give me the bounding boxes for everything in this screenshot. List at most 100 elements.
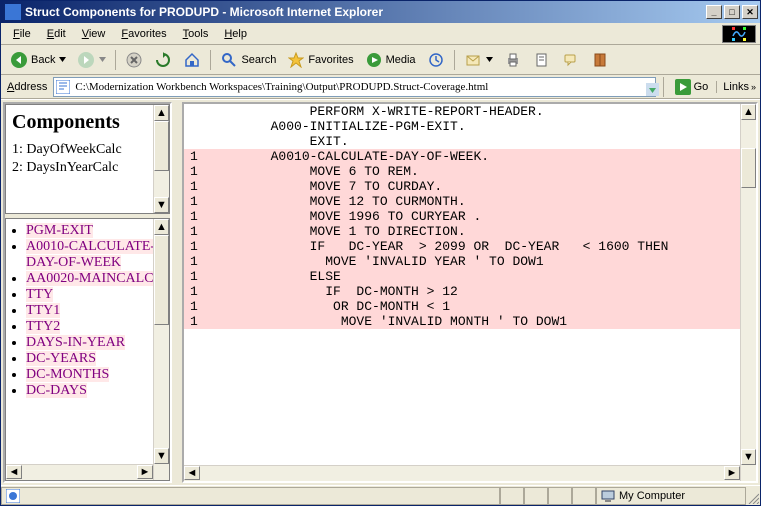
- code-line: 1 A0010-CALCULATE-DAY-OF-WEEK.: [184, 149, 740, 164]
- window-title: Struct Components for PRODUPD - Microsof…: [25, 5, 704, 19]
- menu-view[interactable]: View: [74, 26, 114, 42]
- scroll-thumb[interactable]: [154, 235, 169, 325]
- scroll-thumb[interactable]: [154, 121, 169, 171]
- paragraph-link[interactable]: TTY1: [26, 303, 169, 319]
- components-pane: Components 1: DayOfWeekCalc 2: DaysInYea…: [5, 104, 170, 214]
- menu-tools[interactable]: Tools: [175, 26, 217, 42]
- paragraph-link[interactable]: PGM-EXIT: [26, 223, 169, 239]
- scroll-right-icon[interactable]: ►: [137, 465, 153, 479]
- paragraph-link[interactable]: TTY2: [26, 319, 169, 335]
- paragraph-link[interactable]: TTY: [26, 287, 169, 303]
- refresh-button[interactable]: [149, 48, 177, 72]
- discuss-button[interactable]: [557, 48, 585, 72]
- code-line: PERFORM X-WRITE-REPORT-HEADER.: [184, 104, 740, 119]
- mail-icon: [464, 51, 482, 69]
- statusbar: My Computer: [1, 485, 760, 505]
- component-item[interactable]: 1: DayOfWeekCalc: [12, 142, 163, 158]
- go-button[interactable]: Go: [671, 79, 713, 95]
- minimize-button[interactable]: _: [706, 5, 722, 19]
- status-cell: [524, 487, 548, 505]
- back-label: Back: [31, 54, 55, 66]
- menu-file[interactable]: File: [5, 26, 39, 42]
- home-button[interactable]: [178, 48, 206, 72]
- links-pane: PGM-EXITA0010-CALCULATE-DAY-OF-WEEKAA002…: [5, 218, 170, 481]
- menu-help[interactable]: Help: [216, 26, 255, 42]
- maximize-button[interactable]: □: [724, 5, 740, 19]
- address-input[interactable]: [73, 80, 641, 94]
- stop-icon: [125, 51, 143, 69]
- component-item[interactable]: 2: DaysInYearCalc: [12, 160, 163, 176]
- resize-grip[interactable]: [746, 487, 760, 505]
- links-button[interactable]: Links »: [716, 81, 756, 93]
- scroll-up-icon[interactable]: ▲: [154, 219, 169, 235]
- paragraph-link[interactable]: AA0020-MAINCALC: [26, 271, 169, 287]
- search-button[interactable]: Search: [215, 48, 281, 72]
- paragraph-link[interactable]: DAYS-IN-YEAR: [26, 335, 169, 351]
- menubar: File Edit View Favorites Tools Help: [1, 23, 760, 45]
- status-cell: [572, 487, 596, 505]
- scroll-right-icon[interactable]: ►: [724, 466, 740, 480]
- research-button[interactable]: [586, 48, 614, 72]
- close-button[interactable]: ✕: [742, 5, 758, 19]
- sidebar: Components 1: DayOfWeekCalc 2: DaysInYea…: [3, 102, 172, 483]
- ie-page-icon: [6, 489, 20, 503]
- scrollbar-vertical[interactable]: ▲ ▼: [153, 219, 169, 480]
- forward-button[interactable]: [72, 48, 111, 72]
- scroll-down-icon[interactable]: ▼: [741, 449, 756, 465]
- scrollbar-horizontal[interactable]: ◄ ►: [6, 464, 153, 480]
- code-line: 1 MOVE 6 TO REM.: [184, 164, 740, 179]
- status-cell: [500, 487, 524, 505]
- refresh-icon: [154, 51, 172, 69]
- browser-window: Struct Components for PRODUPD - Microsof…: [0, 0, 761, 506]
- paragraph-link[interactable]: DC-MONTHS: [26, 367, 169, 383]
- star-icon: [287, 51, 305, 69]
- scrollbar-vertical[interactable]: ▲ ▼: [740, 104, 756, 481]
- history-button[interactable]: [422, 48, 450, 72]
- address-bar: Address Go Links »: [1, 75, 760, 99]
- toolbar: Back Search Favorites Media: [1, 45, 760, 75]
- print-button[interactable]: [499, 48, 527, 72]
- scroll-down-icon[interactable]: ▼: [154, 448, 169, 464]
- code-line: 1 MOVE 1 TO DIRECTION.: [184, 224, 740, 239]
- computer-icon: [601, 489, 615, 503]
- media-icon: [365, 51, 383, 69]
- favorites-button[interactable]: Favorites: [282, 48, 358, 72]
- scroll-up-icon[interactable]: ▲: [741, 104, 756, 120]
- go-label: Go: [694, 81, 709, 93]
- paragraph-link[interactable]: DC-DAYS: [26, 383, 169, 399]
- separator: [210, 50, 211, 70]
- paragraph-link[interactable]: A0010-CALCULATE-DAY-OF-WEEK: [26, 239, 169, 271]
- scrollbar-horizontal[interactable]: ◄ ►: [184, 465, 740, 481]
- back-button[interactable]: Back: [5, 48, 71, 72]
- forward-icon: [77, 51, 95, 69]
- search-label: Search: [241, 54, 276, 66]
- mail-button[interactable]: [459, 48, 498, 72]
- edit-button[interactable]: [528, 48, 556, 72]
- scroll-left-icon[interactable]: ◄: [184, 466, 200, 480]
- search-icon: [220, 51, 238, 69]
- code-line: 1 IF DC-MONTH > 12: [184, 284, 740, 299]
- scroll-left-icon[interactable]: ◄: [6, 465, 22, 479]
- separator: [454, 50, 455, 70]
- media-label: Media: [386, 54, 416, 66]
- components-heading: Components: [12, 111, 163, 134]
- ie-icon: [5, 4, 21, 20]
- edit-icon: [533, 51, 551, 69]
- menu-edit[interactable]: Edit: [39, 26, 74, 42]
- discuss-icon: [562, 51, 580, 69]
- scrollbar-vertical[interactable]: ▲ ▼: [153, 105, 169, 213]
- menu-favorites[interactable]: Favorites: [113, 26, 174, 42]
- code-line: 1 MOVE 'INVALID MONTH ' TO DOW1: [184, 314, 740, 329]
- code-line: EXIT.: [184, 134, 740, 149]
- scroll-down-icon[interactable]: ▼: [154, 197, 169, 213]
- history-icon: [427, 51, 445, 69]
- paragraph-link[interactable]: DC-YEARS: [26, 351, 169, 367]
- frame-splitter[interactable]: [174, 100, 180, 485]
- chevron-down-icon[interactable]: [646, 83, 653, 90]
- stop-button[interactable]: [120, 48, 148, 72]
- media-button[interactable]: Media: [360, 48, 421, 72]
- scroll-thumb[interactable]: [741, 148, 756, 188]
- scroll-up-icon[interactable]: ▲: [154, 105, 169, 121]
- status-cell: [548, 487, 572, 505]
- status-zone: My Computer: [596, 487, 746, 505]
